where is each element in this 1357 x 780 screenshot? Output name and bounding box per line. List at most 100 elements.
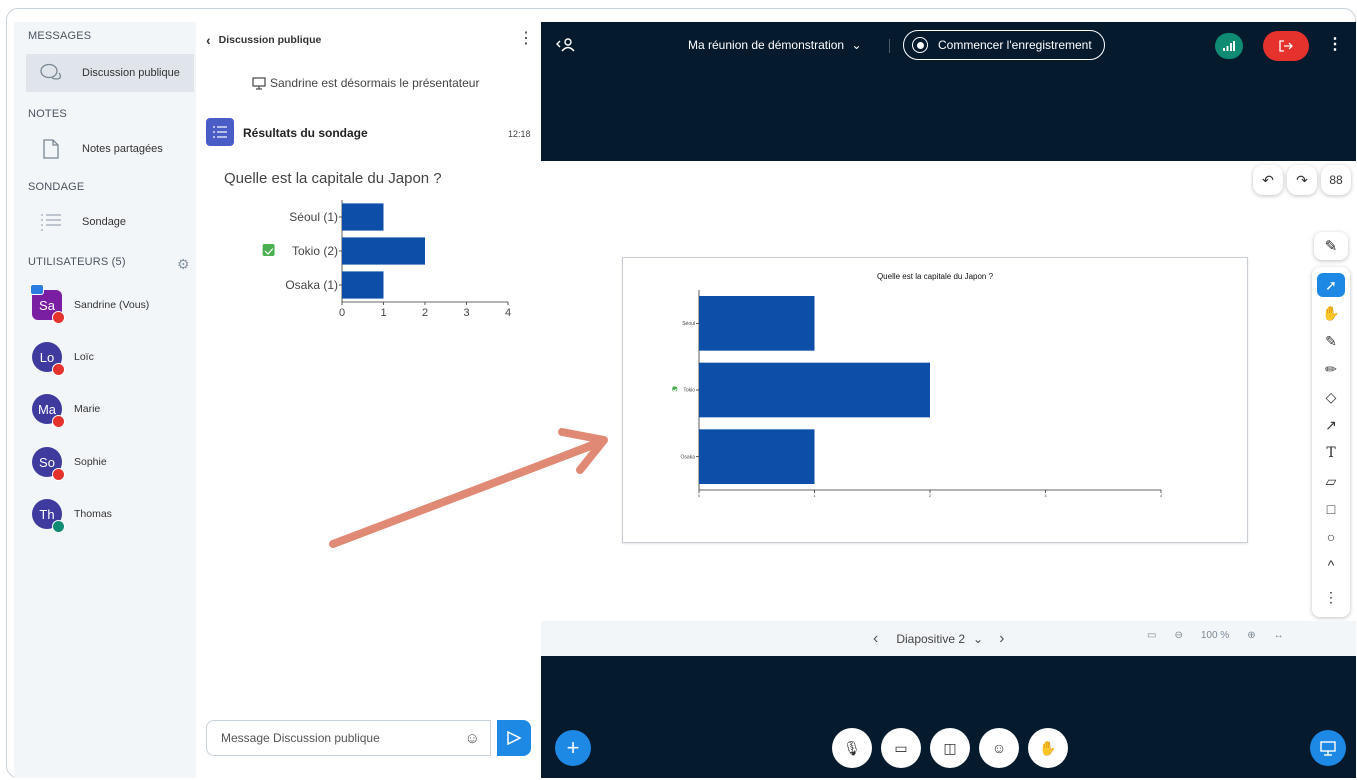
avatar-initials: Lo [39,349,55,365]
message-input[interactable]: Message Discussion publique ☺ [206,720,491,756]
sidebar-item-label: Discussion publique [82,67,180,79]
more-tools-icon[interactable]: ⋮ [1317,585,1345,609]
bar [699,362,930,418]
presentation-area: ↶ ↷ 88 Quelle est la capitale du Japon ?… [541,161,1356,621]
emoji-icon[interactable]: ☺ [465,730,480,747]
options-menu-icon[interactable]: ⋮ [1327,34,1343,54]
actions-button[interactable]: + [555,730,591,766]
multi-user-button[interactable]: 88 [1321,165,1351,195]
message-input-placeholder: Message Discussion publique [221,731,380,745]
sidebar-item-shared-notes[interactable]: Notes partagées [26,130,194,168]
zoom-out-icon[interactable]: ⊖ [1174,630,1182,641]
note-tool-icon[interactable]: ▱ [1317,469,1345,493]
presentation-toggle-button[interactable] [1310,730,1346,766]
gear-icon[interactable]: ⚙ [177,256,190,273]
chevron-right-icon[interactable]: › [999,630,1004,648]
send-icon [507,731,522,745]
undo-icon: ↶ [1262,171,1274,188]
user-list-item[interactable]: Sa Sandrine (Vous) [30,284,149,324]
user-list-item[interactable]: So Sophie [32,445,107,481]
emoji-icon: ☺ [991,740,1007,756]
user-name: Sophie [74,456,107,468]
pencil-settings-icon: ✎ [1324,238,1338,255]
chat-icon [36,63,66,83]
connection-status-button[interactable] [1215,33,1243,59]
chevron-left-icon: ‹ [206,32,211,48]
send-button[interactable] [497,720,531,756]
zoom-in-icon[interactable]: ⊕ [1247,630,1255,641]
x-tick-label: 0 [698,493,701,498]
start-recording-button[interactable]: Commencer l'enregistrement [903,30,1105,60]
slide-chart: Séoul Tokio Osaka 0 1 2 3 4 [672,290,1163,498]
undo-redo-group: ↶ ↷ 88 [1253,165,1351,195]
bar [699,429,815,484]
presenter-icon [30,284,44,295]
pencil-tool-icon[interactable]: ✎ [1317,329,1345,353]
divider [889,39,890,53]
text-tool-icon[interactable]: T [1317,441,1345,465]
hand-icon [52,311,65,324]
chat-title: Discussion publique [218,34,322,46]
meeting-title[interactable]: Ma réunion de démonstration ⌄ [688,38,862,52]
action-bar: + 🎙 ▭ ◫ ☺ ✋ [541,656,1356,778]
document-icon [36,139,66,159]
user-name: Thomas [74,508,112,520]
camera-button[interactable]: ▭ [881,728,921,768]
plus-icon: + [566,735,580,760]
x-tick-label: 1 [813,493,816,498]
microphone-button[interactable]: 🎙 [832,728,872,768]
slide-navigation: ‹ Diapositive 2 ⌄ › [873,630,1004,648]
record-label: Commencer l'enregistrement [938,38,1092,52]
screenshare-button[interactable]: ◫ [930,728,970,768]
ellipse-tool-icon[interactable]: ○ [1317,525,1345,549]
leave-meeting-button[interactable] [1263,31,1309,61]
category-label: Séoul (1) [289,210,338,224]
toggle-users-button[interactable] [555,37,575,56]
pen-tool-icon[interactable]: ✏ [1317,357,1345,381]
raise-hand-button[interactable]: ✋ [1028,728,1068,768]
undo-button[interactable]: ↶ [1253,165,1283,195]
fit-width-icon[interactable]: ↔ [1274,630,1284,641]
arrow-tool-icon[interactable]: ↗ [1317,413,1345,437]
chevron-up-icon[interactable]: ^ [1317,553,1345,577]
tool-style-button[interactable]: ✎ [1314,232,1348,260]
rectangle-tool-icon[interactable]: □ [1317,497,1345,521]
avatar-initials: Th [39,506,55,522]
avatar: Ma [32,394,65,428]
poll-question: Quelle est la capitale du Japon ? [224,170,442,187]
chevron-down-icon: ⌄ [851,38,862,52]
x-tick-label: 4 [1160,493,1163,498]
slide: Quelle est la capitale du Japon ? Séoul T… [622,257,1248,543]
user-list-item[interactable]: Ma Marie [32,392,100,428]
eraser-tool-icon[interactable]: ◇ [1317,385,1345,409]
hand-icon [52,363,65,376]
presentation-icon [252,76,266,90]
chevron-left-icon[interactable]: ‹ [873,630,878,648]
poll-result-chart: Séoul (1) Tokio (2) Osaka (1) 0 1 2 3 4 [262,200,511,319]
headset-icon [52,520,65,533]
slide-select[interactable]: Diapositive 2 [896,632,965,646]
more-options-icon[interactable]: ⋮ [518,28,534,48]
sidebar-item-public-chat[interactable]: Discussion publique [26,54,194,92]
chevron-down-icon[interactable]: ⌄ [973,632,983,646]
fit-slide-icon[interactable]: ▭ [1147,630,1156,641]
poll-result-icon [206,118,234,146]
chat-panel: ‹ Discussion publique ⋮ Sandrine est dés… [196,22,541,778]
redo-button[interactable]: ↷ [1287,165,1317,195]
camera-off-icon: ▭ [894,739,908,756]
x-tick-label: 4 [505,307,511,319]
select-tool-icon[interactable]: ➚ [1317,273,1345,297]
bar [699,296,815,351]
category-label: Séoul [682,321,695,327]
category-label: Osaka [681,454,696,460]
avatar: Lo [32,342,65,376]
system-message-text: Sandrine est désormais le présentateur [270,76,480,90]
x-tick-label: 3 [463,307,469,319]
hand-tool-icon[interactable]: ✋ [1317,301,1345,325]
reactions-button[interactable]: ☺ [979,728,1019,768]
user-list-item[interactable]: Lo Loïc [32,340,94,376]
chat-back-button[interactable]: ‹ Discussion publique [206,32,321,48]
sidebar-item-poll[interactable]: Sondage [26,203,194,241]
user-list-item[interactable]: Th Thomas [32,497,112,533]
poll-section-title: SONDAGE [28,181,85,193]
